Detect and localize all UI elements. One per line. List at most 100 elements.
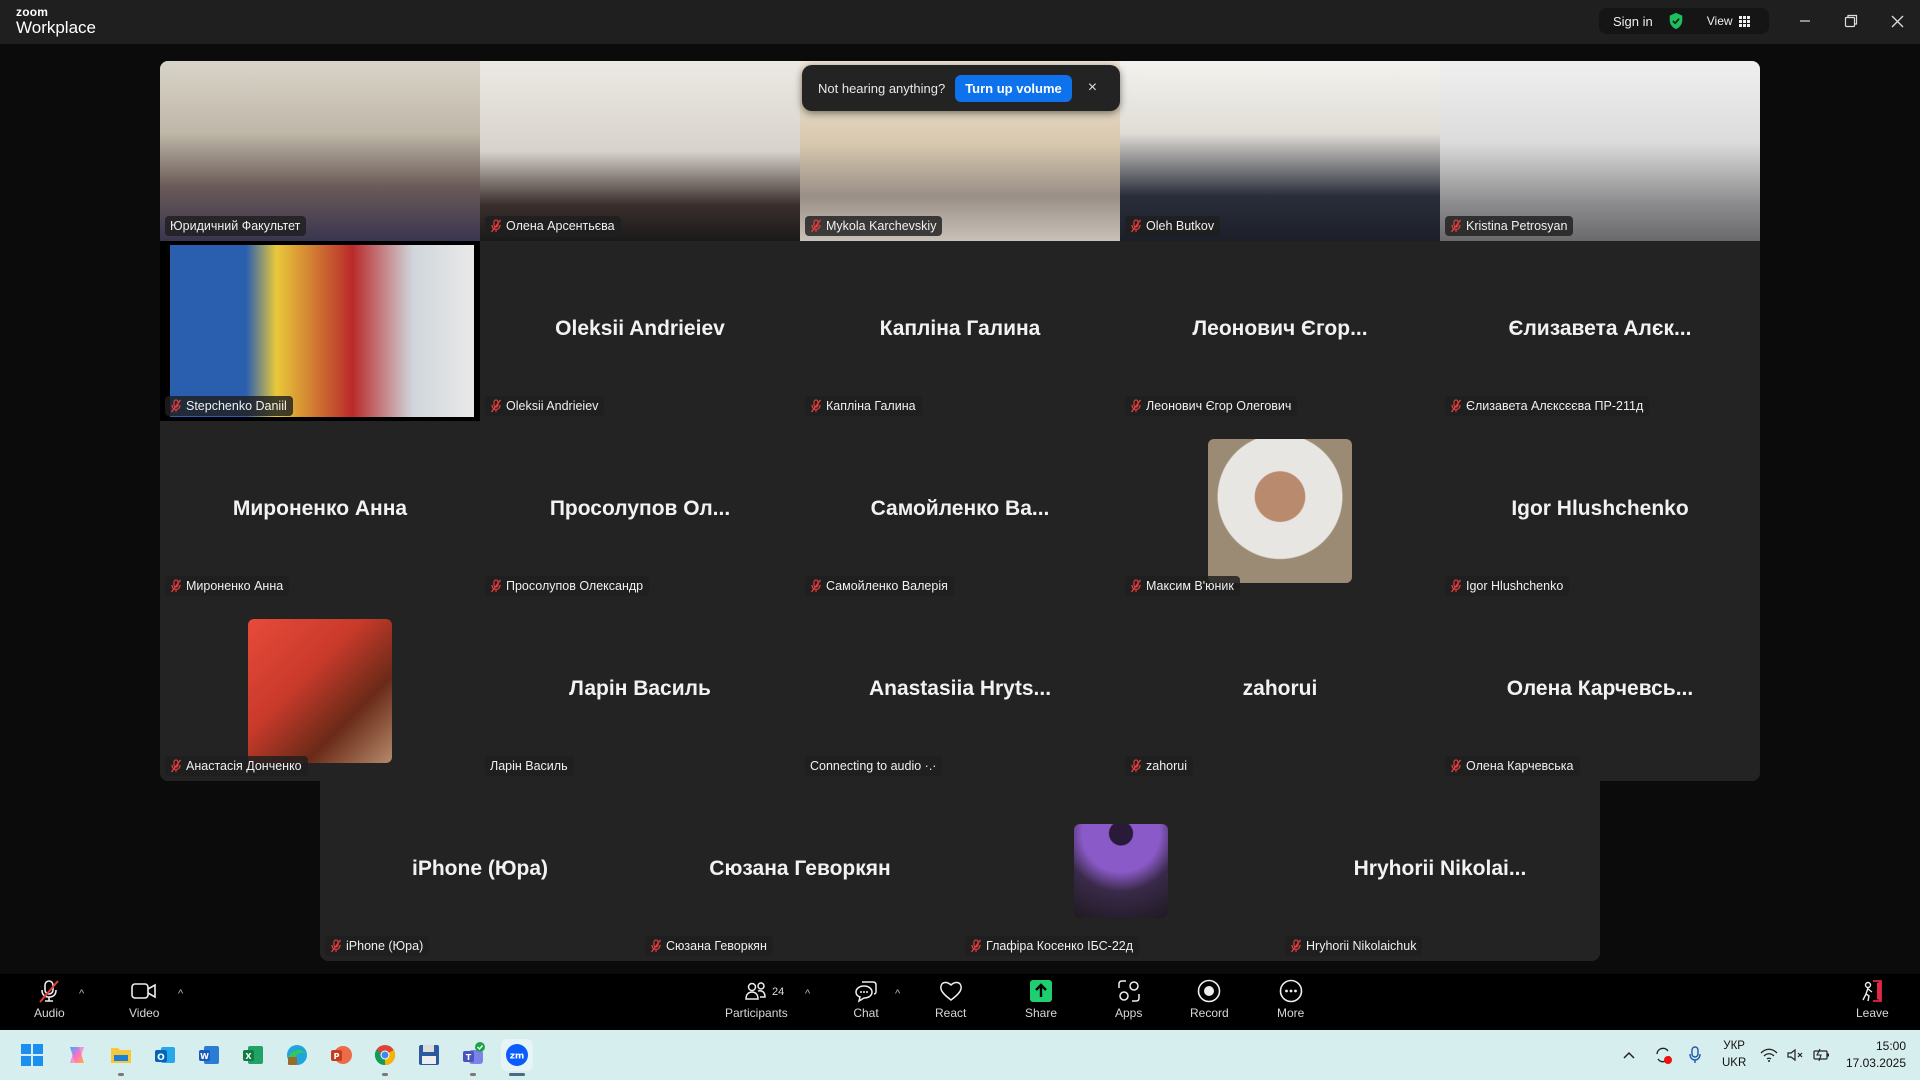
participant-name-label: Анастасія Донченко: [165, 756, 308, 776]
participant-tile[interactable]: Анастасія Донченко: [160, 601, 480, 781]
taskbar-outlook[interactable]: O: [149, 1039, 181, 1071]
grid-view-icon: [1738, 15, 1750, 27]
more-button[interactable]: More: [1277, 978, 1304, 1020]
participant-tile[interactable]: Глафіра Косенко ІБС-22д: [960, 781, 1280, 961]
participant-tile[interactable]: Олена Арсентьєва: [480, 61, 800, 241]
more-icon: [1279, 979, 1302, 1003]
participant-display-name: Просолупов Ол...: [549, 497, 731, 520]
participant-tile[interactable]: Капліна Галина Капліна Галина: [800, 241, 1120, 421]
close-notification-button[interactable]: ×: [1088, 79, 1097, 97]
notification-message: Not hearing anything?: [818, 80, 946, 96]
brand-small: zoom: [16, 5, 49, 19]
video-button[interactable]: Video: [129, 978, 159, 1020]
taskbar-edge[interactable]: [281, 1039, 313, 1071]
taskbar-zoom[interactable]: zm: [501, 1039, 533, 1076]
participant-name: Олена Арсентьєва: [506, 219, 615, 233]
participant-video: [170, 245, 474, 417]
microphone-in-use[interactable]: [1688, 1030, 1702, 1080]
participant-tile[interactable]: Hryhorii Nikolai... Hryhorii Nikolaichuk: [1280, 781, 1600, 961]
clock[interactable]: 15:00 17.03.2025: [1846, 1038, 1906, 1072]
gallery-view-last-row: iPhone (Юра) iPhone (Юра) Сюзана Геворкян С…: [320, 781, 1600, 961]
record-label: Record: [1190, 1006, 1229, 1020]
participant-display-name: Капліна Галина: [879, 317, 1041, 340]
participant-name: iPhone (Юра): [346, 939, 424, 953]
participant-name-label: Stepchenko Daniil: [165, 396, 293, 416]
audio-label: Audio: [34, 1006, 65, 1020]
chat-button[interactable]: Chat: [853, 978, 879, 1020]
participant-tile[interactable]: Igor Hlushchenko Igor Hlushchenko: [1440, 421, 1760, 601]
participant-name-label: Oleksii Andrieiev: [485, 396, 605, 416]
start-button[interactable]: [16, 1039, 48, 1071]
turn-up-volume-button[interactable]: Turn up volume: [955, 74, 1072, 102]
minimize-button[interactable]: [1790, 8, 1820, 34]
participant-tile[interactable]: Ларін Василь Ларін Василь: [480, 601, 800, 781]
mic-muted-icon: [1450, 579, 1462, 593]
taskbar-word[interactable]: W: [193, 1039, 225, 1071]
participant-tile[interactable]: Stepchenko Daniil: [160, 241, 480, 421]
show-hidden-icons-button[interactable]: [1622, 1030, 1636, 1080]
participant-name: Максим В'юник: [1146, 579, 1234, 593]
video-options-caret[interactable]: ^: [178, 988, 183, 1000]
record-button[interactable]: Record: [1190, 978, 1229, 1020]
participant-tile[interactable]: iPhone (Юра) iPhone (Юра): [320, 781, 640, 961]
participant-tile[interactable]: Oleksii Andrieiev Oleksii Andrieiev: [480, 241, 800, 421]
participant-tile[interactable]: Єлизавета Алєк... Єлизавета Алєксєєва ПР-…: [1440, 241, 1760, 421]
share-button[interactable]: Share: [1025, 978, 1057, 1020]
participant-name-label: Максим В'юник: [1125, 576, 1240, 596]
close-window-button[interactable]: [1882, 8, 1912, 34]
input-language[interactable]: УКР UKR: [1722, 1038, 1746, 1072]
react-label: React: [935, 1006, 967, 1020]
sync-status[interactable]: [1653, 1030, 1673, 1080]
participant-name: Connecting to audio ·.·: [810, 759, 937, 773]
participant-tile[interactable]: Самойленко Ва... Самойленко Валерія: [800, 421, 1120, 601]
participant-display-name: Hryhorii Nikolai...: [1353, 857, 1527, 880]
video-label: Video: [129, 1006, 160, 1020]
participant-tile[interactable]: Леонович Єгор... Леонович Єгор Олегович: [1120, 241, 1440, 421]
participant-display-name: Igor Hlushchenko: [1511, 497, 1689, 520]
taskbar-teams[interactable]: T: [457, 1039, 489, 1076]
participants-label: Participants: [725, 1006, 788, 1020]
taskbar-chrome[interactable]: [369, 1039, 401, 1076]
meeting-toolbar: Audio ^ Video ^ Participants 24 ^ Chat ^…: [0, 974, 1920, 1030]
participant-name-label: Connecting to audio ·.·: [805, 756, 943, 776]
participant-tile[interactable]: Максим В'юник: [1120, 421, 1440, 601]
taskbar-powerpoint[interactable]: P: [325, 1039, 357, 1071]
mic-muted-icon: [490, 219, 502, 233]
audio-button[interactable]: Audio: [34, 978, 65, 1020]
participant-tile[interactable]: Anastasiia Hryts... Connecting to audio ·…: [800, 601, 1120, 781]
apps-button[interactable]: Apps: [1115, 978, 1142, 1020]
participant-tile[interactable]: Мироненко Анна Мироненко Анна: [160, 421, 480, 601]
shield-check-icon[interactable]: [1667, 12, 1685, 30]
sign-in-button[interactable]: Sign in: [1613, 14, 1653, 29]
floppy-disk-icon: [419, 1045, 439, 1065]
quick-settings[interactable]: [1760, 1030, 1830, 1080]
participant-tile[interactable]: Юридичний Факультет: [160, 61, 480, 241]
participant-tile[interactable]: Сюзана Геворкян Сюзана Геворкян: [640, 781, 960, 961]
taskbar-file-explorer[interactable]: [105, 1039, 137, 1076]
participant-tile[interactable]: zahorui zahorui: [1120, 601, 1440, 781]
restore-button[interactable]: [1836, 8, 1866, 34]
view-button[interactable]: View: [1707, 14, 1750, 28]
participant-name-label: Єлизавета Алєксєєва ПР-211д: [1445, 396, 1650, 416]
sync-icon: [1656, 1047, 1672, 1064]
participant-name-label: Просолупов Олександр: [485, 576, 650, 596]
participant-avatar: [248, 619, 392, 763]
share-screen-icon: [1030, 980, 1053, 1002]
participants-button[interactable]: Participants: [725, 978, 788, 1020]
participant-tile[interactable]: Олена Карчевсь... Олена Карчевська: [1440, 601, 1760, 781]
audio-options-caret[interactable]: ^: [79, 988, 84, 1000]
chat-options-caret[interactable]: ^: [895, 988, 900, 1000]
chat-icon: [855, 981, 877, 1003]
taskbar-copilot[interactable]: [61, 1039, 93, 1071]
react-button[interactable]: React: [935, 978, 966, 1020]
participant-tile[interactable]: Просолупов Ол... Просолупов Олександр: [480, 421, 800, 601]
participant-tile[interactable]: Kristina Petrosyan: [1440, 61, 1760, 241]
participant-tile[interactable]: Oleh Butkov: [1120, 61, 1440, 241]
mic-muted-icon: [810, 219, 822, 233]
taskbar-excel[interactable]: X: [237, 1039, 269, 1071]
participants-options-caret[interactable]: ^: [805, 988, 810, 1000]
leave-button[interactable]: Leave: [1856, 978, 1889, 1020]
taskbar-save-app[interactable]: [413, 1039, 445, 1071]
mic-muted-icon: [970, 939, 982, 953]
volume-muted-icon: [1787, 1048, 1803, 1062]
